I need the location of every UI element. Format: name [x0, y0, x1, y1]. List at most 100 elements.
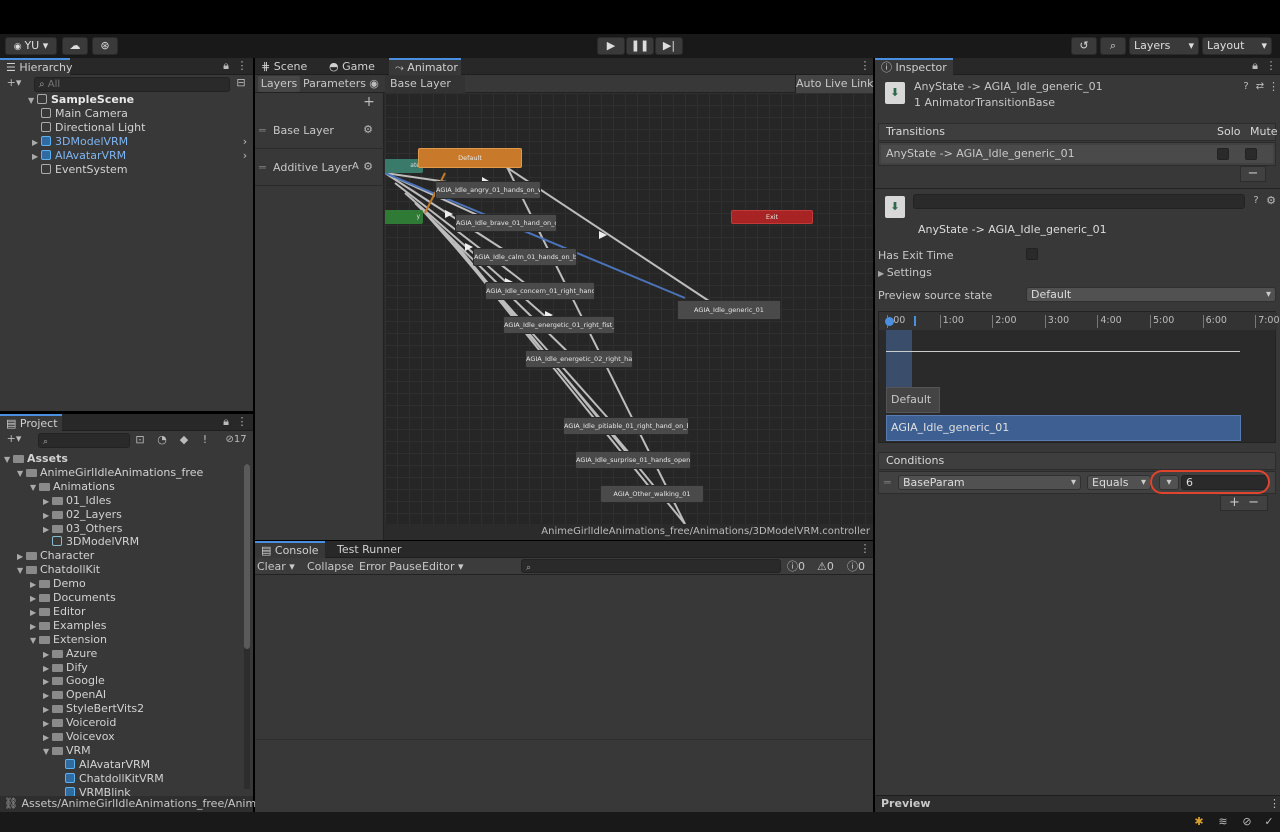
state-node-6[interactable]: AGIA_Idle_energetic_01_right_fist_up	[503, 316, 615, 334]
pause-button[interactable]: ❚❚	[626, 37, 654, 55]
console-search-input[interactable]: ⌕	[521, 559, 781, 573]
project-tree-item[interactable]: ▶ Demo	[30, 577, 86, 591]
play-button[interactable]: ▶	[597, 37, 625, 55]
layers-icon[interactable]: ≋	[1216, 815, 1230, 829]
solo-checkbox[interactable]	[1217, 148, 1229, 160]
project-tree-item[interactable]: ▼ AnimeGirlIdleAnimations_free	[17, 466, 203, 480]
project-tree-item[interactable]: ▼ VRM	[43, 744, 91, 758]
transition-timeline[interactable]: :00 1:00 2:00 3:00 4:00 5:00 6:00 7:00 Default …	[878, 311, 1280, 443]
bug-icon[interactable]: ✱	[1192, 815, 1206, 829]
history-icon[interactable]: ↺	[1071, 37, 1097, 55]
collapse-button[interactable]: Collapse	[307, 559, 354, 574]
remove-condition-button[interactable]: −	[1248, 495, 1259, 510]
chevron-right-icon[interactable]: ›	[240, 149, 250, 163]
error-pause-button[interactable]: Error Pause	[359, 559, 422, 574]
condition-mode-dropdown[interactable]: Equals	[1087, 475, 1151, 490]
kebab-menu-icon[interactable]: ⋮	[236, 59, 248, 73]
state-node-default[interactable]: Default	[418, 148, 522, 168]
presets-icon[interactable]: ⇄	[1255, 80, 1265, 94]
project-tree-item[interactable]: ▶ 01_Idles	[43, 494, 111, 508]
remove-transition-button[interactable]: −	[1240, 166, 1266, 182]
project-search-input[interactable]: ⌕	[38, 433, 130, 448]
timeline-start-marker[interactable]	[885, 317, 894, 326]
timeline-source-bar[interactable]: Default	[886, 387, 940, 413]
settings-foldout[interactable]: ▶ Settings	[878, 266, 932, 279]
project-tree-item[interactable]: ▼ ChatdollKit	[17, 563, 100, 577]
chevron-right-icon[interactable]: ›	[240, 135, 250, 149]
filter-icon[interactable]: ⊟	[234, 76, 248, 90]
project-tree-item[interactable]: ▶ 03_Others	[43, 522, 122, 536]
tab-scene[interactable]: ⋕ Scene	[255, 58, 323, 75]
project-tree-item[interactable]: ▶ Editor	[30, 605, 86, 619]
project-tree-item[interactable]: ▶ OpenAI	[43, 688, 106, 702]
mute-checkbox[interactable]	[1245, 148, 1257, 160]
state-node-7[interactable]: AGIA_Idle_energetic_02_right_hand_piece	[525, 350, 633, 368]
lock-icon[interactable]: 🔒︎	[220, 59, 232, 73]
step-button[interactable]: ▶|	[655, 37, 683, 55]
hierarchy-item[interactable]: ▶ 3DModelVRM	[32, 135, 128, 149]
preview-bar[interactable]: Preview ⋮	[875, 795, 1280, 812]
project-tree-item[interactable]: ▶ Character	[17, 549, 94, 563]
hidden-packages-badge[interactable]: ⊘17	[222, 433, 250, 447]
filter-type-icon[interactable]: ◔	[156, 433, 168, 447]
has-exit-time-checkbox[interactable]	[1026, 248, 1038, 260]
add-object-button[interactable]: +▾	[4, 76, 24, 90]
tab-test-runner[interactable]: Test Runner	[333, 541, 413, 558]
cloud-icon[interactable]: ☁	[62, 37, 88, 55]
search-by-type-icon[interactable]: ⊡	[134, 433, 146, 447]
tab-parameters[interactable]: Parameters	[303, 76, 366, 92]
tab-layers[interactable]: Layers	[258, 76, 300, 92]
help-icon[interactable]: ?	[1251, 194, 1261, 208]
project-tree-item[interactable]: ▶ StyleBertVits2	[43, 702, 144, 716]
state-node-2[interactable]: AGIA_Idle_angry_01_hands_on_waist	[435, 181, 541, 199]
state-node-9[interactable]: AGIA_Idle_pitiable_01_right_hand_on_back…	[563, 417, 689, 435]
search-icon[interactable]: ⌕	[1100, 37, 1126, 55]
project-tree-item[interactable]: ▶ Voiceroid	[43, 716, 116, 730]
tab-animator[interactable]: ⤳ Animator	[389, 58, 461, 75]
project-tree-item[interactable]: ▼ Assets	[4, 452, 68, 466]
scene-item[interactable]: ▼ SampleScene	[28, 93, 134, 107]
sync-icon[interactable]: ⊘	[1240, 815, 1254, 829]
project-tree-item[interactable]: ▼ Extension	[30, 633, 107, 647]
state-node-10[interactable]: AGIA_Idle_surprise_01_hands_open_front	[575, 451, 691, 469]
animator-graph[interactable]: ate y Default Exit AGIA_Idle_angry_01_hand…	[385, 93, 873, 524]
warning-count[interactable]: ⚠0	[817, 559, 834, 574]
account-dropdown[interactable]: ◉ YU ▾	[5, 37, 57, 55]
kebab-menu-icon[interactable]: ⋮	[1268, 80, 1279, 94]
project-tree-item[interactable]: ▶ 02_Layers	[43, 508, 122, 522]
state-node-5[interactable]: AGIA_Idle_concern_01_right_hand_front	[485, 282, 595, 300]
project-scrollbar[interactable]	[244, 464, 250, 789]
entry-node[interactable]: y	[385, 210, 423, 224]
tab-game[interactable]: ◓ Game	[325, 58, 387, 75]
project-tree-item[interactable]: ▼ Animations	[30, 480, 115, 494]
project-tree-item[interactable]: ▶ Azure	[43, 647, 97, 661]
state-node-11[interactable]: AGIA_Other_walking_01	[600, 485, 704, 503]
tab-hierarchy[interactable]: ☰ Hierarchy	[0, 58, 73, 75]
project-tree-item[interactable]: ▶ Google	[43, 674, 105, 688]
collab-icon[interactable]: ⊛	[92, 37, 118, 55]
check-icon[interactable]: ✓	[1262, 815, 1276, 829]
project-tree-item[interactable]: ▶ Examples	[30, 619, 106, 633]
preview-source-dropdown[interactable]: Default	[1026, 287, 1276, 302]
project-tree-item[interactable]: ▶ Documents	[30, 591, 116, 605]
kebab-menu-icon[interactable]: ⋮	[859, 59, 871, 73]
hierarchy-item[interactable]: EventSystem	[41, 163, 128, 177]
kebab-menu-icon[interactable]: ⋮	[236, 415, 248, 429]
create-asset-button[interactable]: +▾	[4, 432, 24, 446]
clear-button[interactable]: Clear ▾	[257, 559, 295, 574]
layer-item-additive[interactable]: ═ Additive Layer A ⚙	[255, 150, 384, 186]
label-icon[interactable]: ◆	[178, 433, 190, 447]
state-node-8[interactable]: AGIA_Idle_generic_01	[677, 300, 781, 320]
state-node-4[interactable]: AGIA_Idle_calm_01_hands_on_back	[473, 248, 577, 266]
help-icon[interactable]: ?	[1241, 80, 1251, 94]
project-tree-item[interactable]: AIAvatarVRM	[56, 758, 150, 772]
project-tree-item[interactable]: ▶ Voicevox	[43, 730, 115, 744]
hierarchy-item[interactable]: Main Camera	[41, 107, 128, 121]
gear-icon[interactable]: ⚙	[1266, 194, 1276, 208]
breadcrumb[interactable]: Base Layer	[385, 75, 465, 93]
state-node-exit[interactable]: Exit	[731, 210, 813, 224]
error-count[interactable]: ⓘ0	[847, 559, 865, 574]
add-layer-button[interactable]: +	[361, 95, 377, 109]
lock-icon[interactable]: 🔒︎	[1249, 59, 1261, 73]
auto-live-link-button[interactable]: Auto Live Link	[795, 75, 874, 93]
